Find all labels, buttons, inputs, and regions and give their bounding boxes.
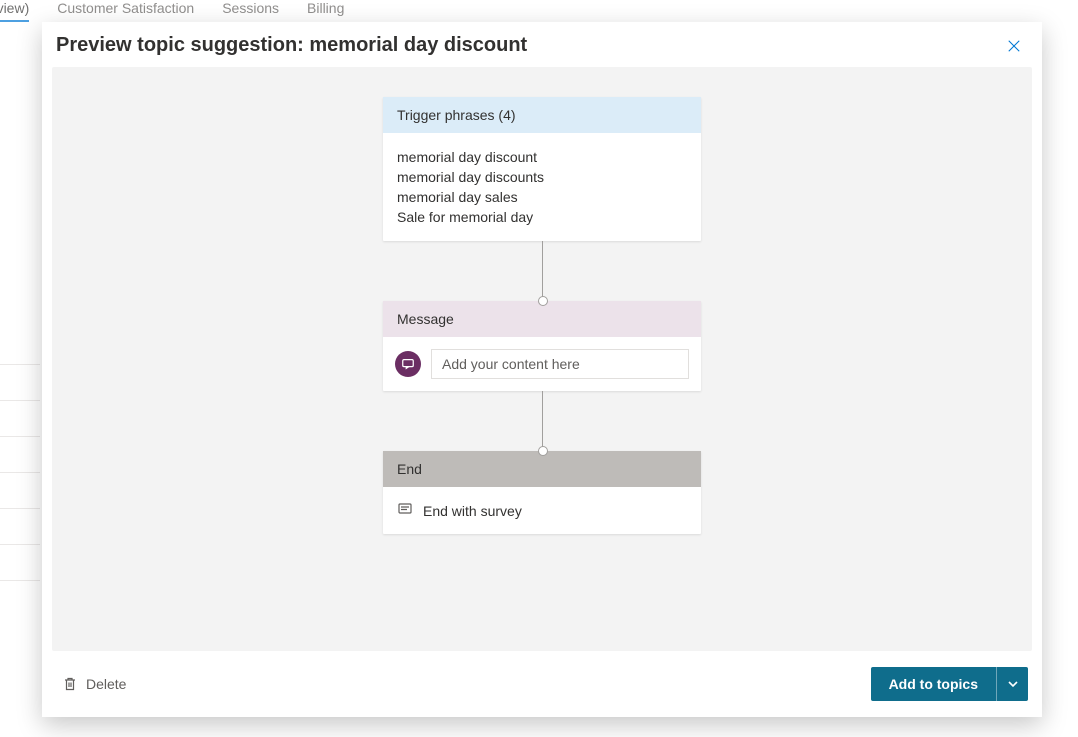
message-header: Message	[383, 301, 701, 337]
preview-topic-modal: Preview topic suggestion: memorial day d…	[42, 22, 1042, 717]
bg-nav-2: Customer Satisfaction	[57, 0, 194, 22]
trigger-phrase: memorial day discount	[397, 147, 687, 167]
chevron-down-icon[interactable]	[996, 667, 1028, 701]
modal-header: Preview topic suggestion: memorial day d…	[42, 22, 1042, 67]
bg-side-header: previ	[0, 252, 40, 287]
end-card: End End with survey	[383, 451, 701, 534]
trigger-phrase: memorial day discounts	[397, 167, 687, 187]
bg-nav-3: Sessions	[222, 0, 279, 22]
close-icon[interactable]	[1004, 36, 1024, 56]
trigger-header: Trigger phrases (4)	[383, 97, 701, 133]
delete-button[interactable]: Delete	[62, 676, 126, 692]
bg-nav-4: Billing	[307, 0, 344, 22]
message-content-input[interactable]: Add your content here	[431, 349, 689, 379]
end-action-label: End with survey	[423, 503, 522, 519]
flow-canvas: Trigger phrases (4) memorial day discoun…	[52, 67, 1032, 651]
trigger-phrase: memorial day sales	[397, 187, 687, 207]
flow-connector	[542, 391, 543, 451]
modal-title: Preview topic suggestion: memorial day d…	[56, 34, 527, 57]
modal-footer: Delete Add to topics	[42, 651, 1042, 717]
trigger-phrase-list: memorial day discount memorial day disco…	[383, 133, 701, 241]
message-card: Message Add your content here	[383, 301, 701, 391]
flow-connector	[542, 241, 543, 301]
trigger-phrases-card: Trigger phrases (4) memorial day discoun…	[383, 97, 701, 241]
end-header: End	[383, 451, 701, 487]
add-to-topics-button[interactable]: Add to topics	[871, 667, 1028, 701]
bg-nav-1: g (preview)	[0, 0, 29, 22]
trash-icon	[62, 676, 78, 692]
survey-icon	[397, 501, 413, 520]
trigger-phrase: Sale for memorial day	[397, 207, 687, 227]
message-icon	[395, 351, 421, 377]
